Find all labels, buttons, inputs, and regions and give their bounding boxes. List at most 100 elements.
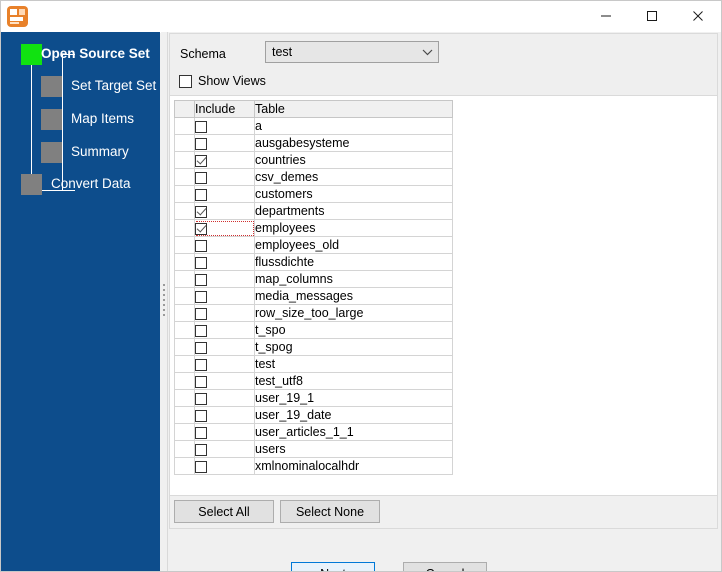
table-row[interactable]: departments [174,202,453,220]
minimize-button[interactable] [583,1,629,31]
table-name-cell[interactable]: user_19_1 [254,389,453,407]
row-selector-cell[interactable] [174,423,195,441]
table-name-cell[interactable]: user_articles_1_1 [254,423,453,441]
table-name-cell[interactable]: csv_demes [254,168,453,186]
row-selector-cell[interactable] [174,117,195,135]
include-cell[interactable] [194,202,255,220]
checkbox-checked-icon[interactable] [195,205,207,218]
table-name-cell[interactable]: media_messages [254,287,453,305]
checkbox-checked-icon[interactable] [195,222,207,235]
table-name-cell[interactable]: t_spog [254,338,453,356]
include-cell[interactable] [194,168,255,186]
show-views-checkbox[interactable]: Show Views [179,74,266,88]
column-header-table[interactable]: Table [254,100,453,118]
table-name-cell[interactable]: xmlnominalocalhdr [254,457,453,475]
row-selector-cell[interactable] [174,151,195,169]
table-row[interactable]: user_19_1 [174,389,453,407]
include-cell[interactable] [194,355,255,373]
table-name-cell[interactable]: employees [254,219,453,237]
close-button[interactable] [675,1,721,31]
row-selector-cell[interactable] [174,219,195,237]
include-cell[interactable] [194,372,255,390]
table-name-cell[interactable]: flussdichte [254,253,453,271]
row-selector-cell[interactable] [174,338,195,356]
row-selector-cell[interactable] [174,236,195,254]
table-name-cell[interactable]: row_size_too_large [254,304,453,322]
include-cell[interactable] [194,423,255,441]
table-row[interactable]: t_spog [174,338,453,356]
checkbox-unchecked-icon[interactable] [195,188,207,201]
row-selector-cell[interactable] [174,355,195,373]
table-row[interactable]: user_articles_1_1 [174,423,453,441]
wizard-step-box-open-source-set[interactable] [21,44,42,65]
row-selector-cell[interactable] [174,185,195,203]
row-selector-cell[interactable] [174,440,195,458]
checkbox-unchecked-icon[interactable] [195,426,207,439]
include-cell[interactable] [194,151,255,169]
checkbox-unchecked-icon[interactable] [195,375,207,388]
row-selector-cell[interactable] [174,406,195,424]
checkbox-unchecked-icon[interactable] [195,137,207,150]
table-row[interactable]: users [174,440,453,458]
row-selector-cell[interactable] [174,304,195,322]
table-name-cell[interactable]: t_spo [254,321,453,339]
table-name-cell[interactable]: ausgabesysteme [254,134,453,152]
row-selector-cell[interactable] [174,389,195,407]
checkbox-unchecked-icon[interactable] [195,273,207,286]
row-selector-cell[interactable] [174,287,195,305]
table-row[interactable]: customers [174,185,453,203]
row-selector-cell[interactable] [174,202,195,220]
include-cell[interactable] [194,270,255,288]
table-row[interactable]: user_19_date [174,406,453,424]
table-row[interactable]: xmlnominalocalhdr [174,457,453,475]
include-cell[interactable] [194,389,255,407]
table-row[interactable]: t_spo [174,321,453,339]
row-selector-cell[interactable] [174,270,195,288]
include-cell[interactable] [194,219,255,237]
checkbox-unchecked-icon[interactable] [195,307,207,320]
table-row[interactable]: media_messages [174,287,453,305]
table-name-cell[interactable]: test_utf8 [254,372,453,390]
wizard-step-label-set-target-set[interactable]: Set Target Set [71,78,156,93]
include-cell[interactable] [194,406,255,424]
row-selector-cell[interactable] [174,253,195,271]
row-selector-cell[interactable] [174,134,195,152]
row-selector-cell[interactable] [174,321,195,339]
table-name-cell[interactable]: test [254,355,453,373]
table-name-cell[interactable]: map_columns [254,270,453,288]
include-cell[interactable] [194,134,255,152]
table-row[interactable]: map_columns [174,270,453,288]
checkbox-unchecked-icon[interactable] [195,171,207,184]
include-cell[interactable] [194,287,255,305]
checkbox-unchecked-icon[interactable] [195,341,207,354]
column-header-include[interactable]: Include [194,100,255,118]
include-cell[interactable] [194,253,255,271]
checkbox-unchecked-icon[interactable] [195,443,207,456]
include-cell[interactable] [194,457,255,475]
wizard-step-label-summary[interactable]: Summary [71,144,129,159]
checkbox-checked-icon[interactable] [195,154,207,167]
row-selector-cell[interactable] [174,168,195,186]
table-row[interactable]: test [174,355,453,373]
include-cell[interactable] [194,440,255,458]
wizard-step-box-summary[interactable] [41,142,62,163]
table-name-cell[interactable]: a [254,117,453,135]
table-name-cell[interactable]: countries [254,151,453,169]
table-row[interactable]: csv_demes [174,168,453,186]
checkbox-unchecked-icon[interactable] [195,460,207,473]
table-row[interactable]: countries [174,151,453,169]
checkbox-unchecked-icon[interactable] [195,256,207,269]
wizard-step-box-convert-data[interactable] [21,174,42,195]
table-name-cell[interactable]: user_19_date [254,406,453,424]
select-all-button[interactable]: Select All [174,500,274,523]
include-cell[interactable] [194,321,255,339]
row-selector-cell[interactable] [174,457,195,475]
tables-grid-container[interactable]: Include Table a ausgabesysteme countries cs… [169,96,718,496]
include-cell[interactable] [194,304,255,322]
schema-select[interactable]: test [265,41,439,63]
include-cell[interactable] [194,185,255,203]
table-row[interactable]: test_utf8 [174,372,453,390]
wizard-step-label-map-items[interactable]: Map Items [71,111,134,126]
row-selector-cell[interactable] [174,372,195,390]
table-name-cell[interactable]: employees_old [254,236,453,254]
